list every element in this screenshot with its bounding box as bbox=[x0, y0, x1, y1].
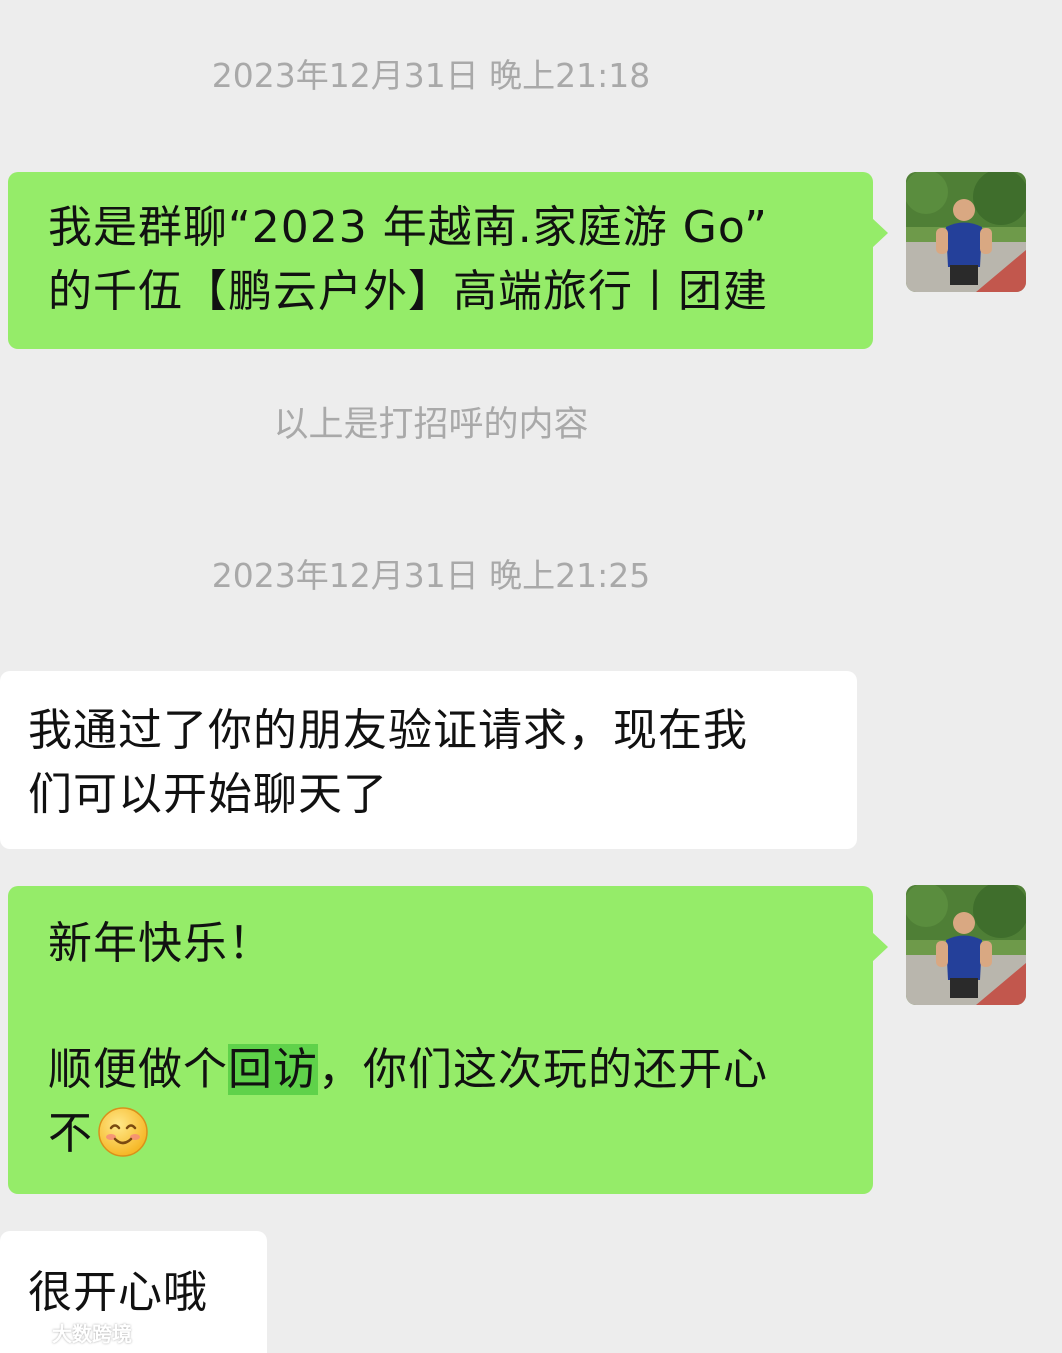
avatar-photo bbox=[906, 172, 1026, 292]
message-text-segment: ，你们这次玩的还开心 bbox=[318, 1044, 768, 1095]
watermark-text: 大数跨境 bbox=[52, 1322, 132, 1346]
avatar-photo bbox=[906, 885, 1026, 1005]
message-text-line: 我通过了你的朋友验证请求，现在我 bbox=[28, 705, 748, 756]
message-text-segment: 顺便做个 bbox=[48, 1044, 228, 1095]
message-text-line: 新年快乐！ bbox=[48, 918, 273, 969]
timestamp: 2023年12月31日 晚上21:18 bbox=[211, 56, 651, 95]
message-text-line: 们可以开始聊天了 bbox=[28, 769, 388, 820]
timestamp: 2023年12月31日 晚上21:25 bbox=[211, 556, 651, 595]
smiling-face-emoji-icon bbox=[98, 1107, 148, 1157]
message-text-line: 顺便做个回访，你们这次玩的还开心 bbox=[48, 1038, 873, 1102]
outgoing-message-bubble[interactable]: 新年快乐！ 顺便做个回访，你们这次玩的还开心 不 bbox=[8, 886, 888, 1194]
system-note: 以上是打招呼的内容 bbox=[273, 405, 589, 445]
message-text-segment: 不 bbox=[48, 1108, 93, 1159]
message-text-line: 不 bbox=[48, 1102, 873, 1166]
user-avatar[interactable] bbox=[906, 172, 1026, 292]
watermark: 大数跨境 bbox=[10, 1318, 132, 1347]
user-avatar[interactable] bbox=[906, 885, 1026, 1005]
incoming-message-bubble[interactable]: 我通过了你的朋友验证请求，现在我 们可以开始聊天了 bbox=[0, 671, 857, 849]
message-text-line: 很开心哦 bbox=[28, 1267, 208, 1318]
outgoing-message-bubble[interactable]: 我是群聊“2023 年越南.家庭游 Go” 的千伍【鹏云户外】高端旅行丨团建 bbox=[8, 172, 888, 349]
brand-logo-icon bbox=[10, 1324, 43, 1341]
message-text-line: 我是群聊“2023 年越南.家庭游 Go” bbox=[48, 202, 768, 253]
highlighted-text[interactable]: 回访 bbox=[228, 1044, 318, 1095]
message-text-line: 的千伍【鹏云户外】高端旅行丨团建 bbox=[48, 266, 768, 317]
